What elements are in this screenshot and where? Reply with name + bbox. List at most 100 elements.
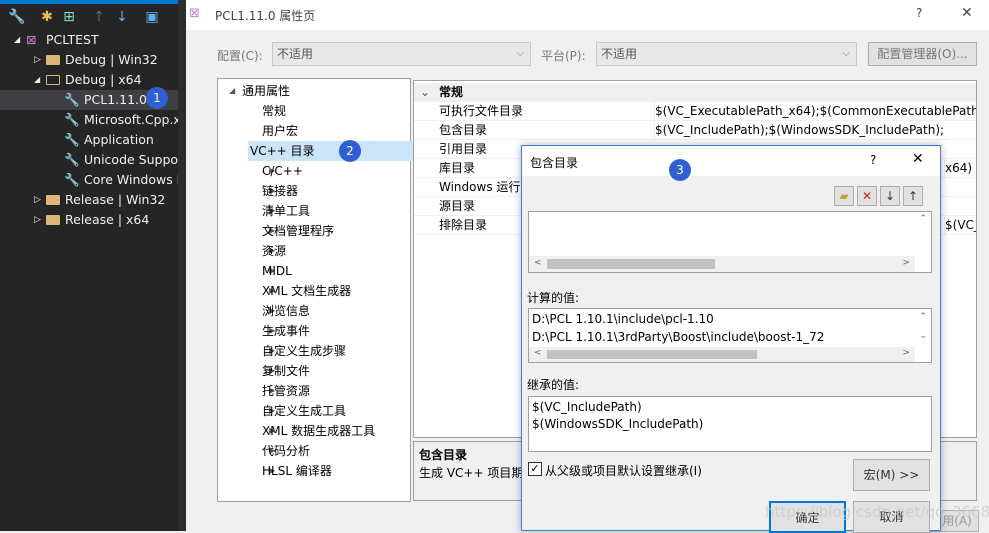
property-tree-item[interactable]: ▶ C/C++ [218, 161, 400, 181]
scroll-thumb[interactable] [547, 259, 715, 269]
computed-values-box: D:\PCL 1.10.1\include\pcl-1.10 D:\PCL 1.… [528, 308, 932, 363]
platform-label: 平台(P): [541, 49, 586, 63]
property-tree-item[interactable]: ▶ 资源 [218, 241, 400, 261]
inherited-value: $(WindowsSDK_IncludePath) [532, 417, 704, 431]
tree-item-release-x64[interactable]: ▷ Release | x64 [0, 210, 178, 230]
grid-section-header[interactable]: ⌄ 常规 [414, 83, 976, 102]
step-badge-3: 3 [669, 159, 691, 181]
move-down-icon[interactable]: ↓ [113, 8, 131, 26]
help-button[interactable]: ? [870, 153, 876, 167]
tree-label: 生成事件 [262, 324, 311, 338]
scroll-up-icon[interactable]: ⌃ [919, 214, 927, 224]
inherited-values-box: $(VC_IncludePath) $(WindowsSDK_IncludePa… [528, 396, 932, 452]
tree-item-debug-x64[interactable]: ◢ Debug | x64 [0, 70, 178, 90]
property-name: 库目录 [439, 161, 476, 175]
scroll-thumb[interactable] [547, 350, 757, 359]
platform-select[interactable]: 不适用 ⌵ [596, 42, 857, 66]
move-up-button[interactable]: ↑ [903, 186, 923, 206]
description-text: 生成 VC++ 项目期 [419, 466, 524, 480]
new-property-sheet-icon[interactable]: ✱ [38, 8, 56, 26]
tree-label: PCLTEST [46, 32, 99, 47]
property-tree-item[interactable]: ▶ 生成事件 [218, 321, 400, 341]
tree-label: XML 文档生成器 [262, 284, 352, 298]
property-tree-item[interactable]: ◢ 通用属性 [218, 81, 400, 101]
active-bar [0, 0, 178, 4]
property-tree-item[interactable]: ▶ 托管资源 [218, 381, 400, 401]
help-button[interactable]: ? [916, 6, 922, 20]
close-button[interactable]: ✕ [912, 151, 924, 167]
solution-explorer: 🔧 ✱ ⊞ ↑ ↓ ▣ ◢ ⊠ PCLTEST ▷ Debug | Win32 ◢ De… [0, 0, 178, 531]
property-tree-item[interactable]: ▶ 文档管理程序 [218, 221, 400, 241]
property-tree-item[interactable]: 用户宏 [218, 121, 400, 141]
new-line-button[interactable]: ▰ [834, 186, 854, 206]
tree-label: 浏览信息 [262, 304, 311, 318]
property-row[interactable]: 包含目录 $(VC_IncludePath);$(WindowsSDK_Inclu… [414, 121, 976, 140]
wrench-icon: 🔧 [64, 132, 80, 147]
property-tree-item[interactable]: ▶ 链接器 [218, 181, 400, 201]
tree-item-unicode[interactable]: 🔧 Unicode Support [0, 150, 178, 170]
tree-label: Application [84, 132, 154, 147]
properties-wrench-icon[interactable]: 🔧 [8, 8, 26, 26]
entries-list[interactable]: ⌃ < > [528, 211, 932, 273]
scroll-up-icon[interactable]: ⌃ [919, 312, 927, 322]
scroll-down-icon[interactable]: ⌄ [919, 331, 927, 341]
tree-label: HLSL 编译器 [262, 464, 332, 478]
save-icon[interactable]: ▣ [143, 8, 161, 26]
tree-label: Release | Win32 [65, 192, 166, 207]
property-name: 引用目录 [439, 142, 488, 156]
property-value: $(VC_ExecutablePath_x64);$(CommonExecuta… [654, 102, 976, 121]
tree-item-core-windows[interactable]: 🔧 Core Windows Libraries [0, 170, 178, 190]
project-icon: ⊠ [189, 6, 200, 21]
watermark: https://blog.csdn.net/qq_36686437 [765, 503, 989, 521]
property-name: Windows 运行 [439, 180, 521, 194]
tree-item-release-win32[interactable]: ▷ Release | Win32 [0, 190, 178, 210]
expand-arrow-icon[interactable]: ◢ [229, 81, 235, 101]
project-icon: ⊠ [26, 32, 37, 47]
property-tree-item[interactable]: ▶ XML 文档生成器 [218, 281, 400, 301]
property-tree-item[interactable]: ▶ 清单工具 [218, 201, 400, 221]
inherit-checkbox[interactable]: ✓ [528, 462, 542, 476]
inherited-values-label: 继承的值: [527, 378, 580, 392]
splitter[interactable] [178, 0, 186, 531]
horizontal-scrollbar[interactable]: < > [529, 256, 915, 272]
add-existing-sheet-icon[interactable]: ⊞ [60, 8, 78, 26]
tree-label: 清单工具 [262, 204, 311, 218]
chevron-down-icon: ⌄ [420, 85, 431, 99]
inherit-checkbox-label[interactable]: 从父级或项目默认设置继承(I) [545, 462, 702, 479]
computed-values-label: 计算的值: [527, 291, 580, 305]
move-down-button[interactable]: ↓ [880, 186, 900, 206]
folder-icon [46, 195, 60, 205]
tree-item-application[interactable]: 🔧 Application [0, 130, 178, 150]
platform-value: 不适用 [601, 47, 638, 61]
tree-label: 自定义生成步骤 [262, 344, 347, 358]
tree-label: 通用属性 [242, 84, 291, 98]
property-tree-item[interactable]: ▶ 自定义生成步骤 [218, 341, 400, 361]
tree-item-pcltest[interactable]: ◢ ⊠ PCLTEST [0, 30, 178, 50]
property-tree-item[interactable]: ▶ MIDL [218, 261, 400, 281]
property-tree-item[interactable]: 常规 [218, 101, 400, 121]
step-badge-2: 2 [339, 140, 361, 162]
property-tree-item[interactable]: ▶ XML 数据生成器工具 [218, 421, 400, 441]
delete-line-button[interactable]: ✕ [857, 186, 877, 206]
tree-item-microsoft-cpp[interactable]: 🔧 Microsoft.Cpp.x64.user [0, 110, 178, 130]
tree-label: 链接器 [262, 184, 299, 198]
macros-button[interactable]: 宏(M) >> [853, 459, 930, 491]
chevron-down-icon: ⌵ [516, 48, 524, 59]
property-tree-item[interactable]: ▶ 浏览信息 [218, 301, 400, 321]
config-select[interactable]: 不适用 ⌵ [272, 42, 531, 66]
property-tree-item[interactable]: ▶ 自定义生成工具 [218, 401, 400, 421]
move-up-icon[interactable]: ↑ [90, 8, 108, 26]
property-value: x64) [944, 159, 972, 178]
wrench-icon: 🔧 [64, 92, 80, 107]
property-tree-item[interactable]: ▶ 复制文件 [218, 361, 400, 381]
property-tree-item[interactable]: ▶ HLSL 编译器 [218, 461, 400, 481]
tree-item-debug-win32[interactable]: ▷ Debug | Win32 [0, 50, 178, 70]
close-button[interactable]: ✕ [961, 5, 973, 21]
dialog-title: 包含目录 [530, 156, 579, 170]
property-tree-item[interactable]: ▶ 代码分析 [218, 441, 400, 461]
config-manager-button[interactable]: 配置管理器(O)... [868, 42, 977, 66]
horizontal-scrollbar[interactable]: < > [529, 347, 915, 362]
inherited-value: $(VC_IncludePath) [532, 400, 642, 414]
tree-label: C/C++ [262, 164, 303, 178]
property-row[interactable]: 可执行文件目录 $(VC_ExecutablePath_x64);$(Common… [414, 102, 976, 121]
